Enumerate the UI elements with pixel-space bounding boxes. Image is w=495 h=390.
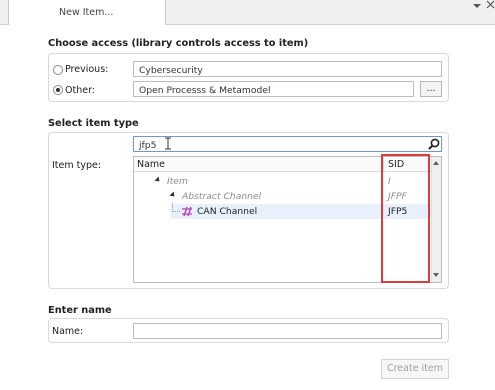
previous-library-field[interactable]: Cybersecurity <box>133 61 442 77</box>
access-section-title: Choose access (library controls access t… <box>48 38 309 49</box>
search-input[interactable]: jfp5 <box>133 136 442 152</box>
scroll-down-icon[interactable] <box>432 272 440 279</box>
can-channel-icon <box>182 206 192 217</box>
column-header-name[interactable]: Name <box>137 159 165 170</box>
scroll-up-icon[interactable] <box>432 159 440 166</box>
dropdown-arrow-icon[interactable] <box>472 1 482 11</box>
tree-scrollbar[interactable] <box>431 157 441 282</box>
other-library-field[interactable]: Open Processs & Metamodel <box>133 81 414 97</box>
name-section-title: Enter name <box>48 305 112 316</box>
item-type-label: Item type: <box>52 160 102 171</box>
close-icon[interactable] <box>486 0 495 9</box>
tree-connector-line <box>172 211 180 212</box>
other-radio[interactable] <box>53 85 63 95</box>
item-type-section-title: Select item type <box>48 118 139 129</box>
name-label: Name: <box>52 326 84 337</box>
search-input-value: jfp5 <box>139 140 157 151</box>
tab-label: New Item... <box>59 7 114 18</box>
search-icon[interactable] <box>428 138 440 150</box>
name-input[interactable] <box>133 323 442 339</box>
text-cursor-icon <box>165 137 171 150</box>
tree-row-name: Abstract Channel <box>182 191 262 202</box>
tab-new-item[interactable]: New Item... <box>8 0 166 25</box>
other-label: Other: <box>65 85 96 96</box>
tree-row-name: Item <box>167 176 188 187</box>
previous-radio[interactable] <box>53 65 63 75</box>
previous-label: Previous: <box>65 64 109 75</box>
browse-button[interactable]: ... <box>420 81 442 97</box>
tree-row-name: CAN Channel <box>197 206 258 217</box>
create-item-button[interactable]: Create item <box>381 359 449 379</box>
sid-highlight-box <box>381 154 430 283</box>
